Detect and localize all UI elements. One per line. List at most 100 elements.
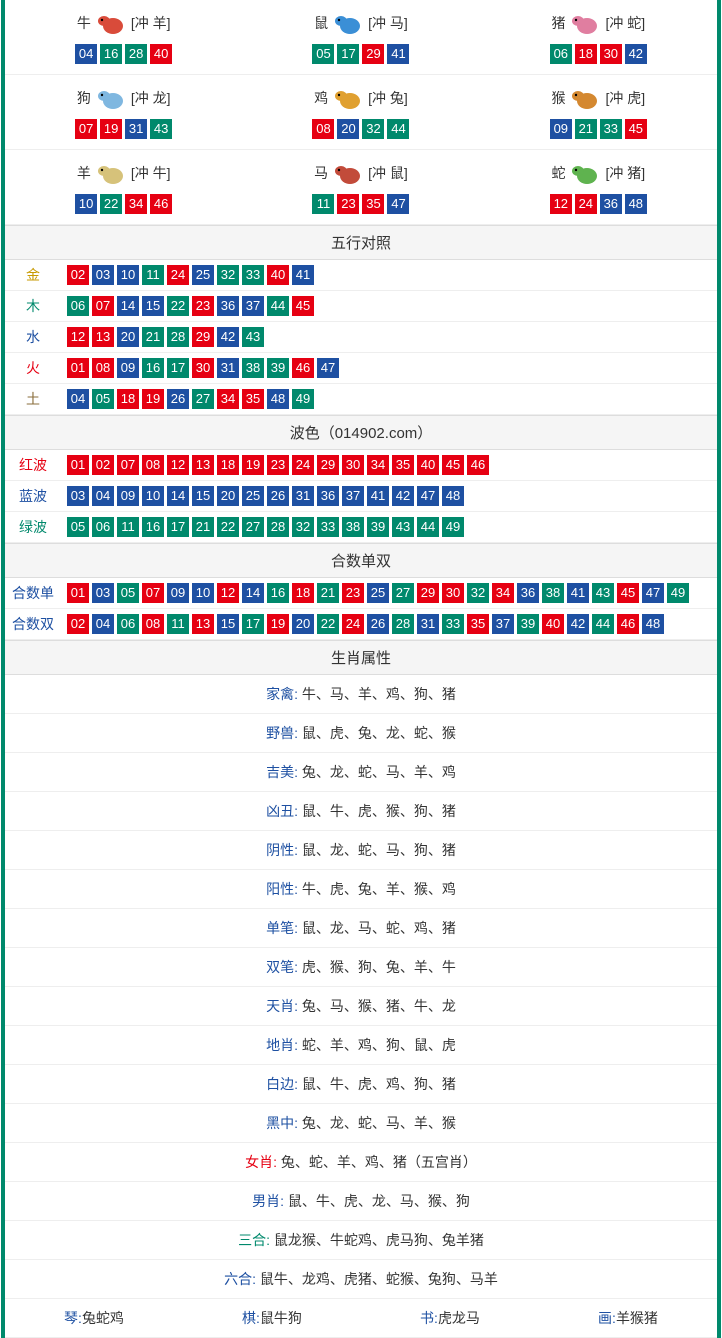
four-arts-cell: 琴:兔蛇鸡 [5,1308,183,1328]
data-row: 土04051819262734354849 [5,384,717,415]
number-chip: 09 [167,583,189,603]
attribute-row: 吉美: 兔、龙、蛇、马、羊、鸡 [5,753,717,792]
data-row: 红波0102070812131819232429303435404546 [5,450,717,481]
number-chip: 49 [292,389,314,409]
number-chip: 35 [362,194,384,214]
attribute-value: 兔、蛇、羊、鸡、猪（五宫肖） [281,1154,477,1170]
row-label: 水 [5,327,61,347]
number-chip: 31 [292,486,314,506]
number-chip: 10 [117,265,139,285]
attribute-label: 六合: [224,1271,260,1287]
number-chip: 11 [117,517,139,537]
number-chip: 37 [242,296,264,316]
number-chip: 04 [92,486,114,506]
number-chip: 08 [142,455,164,475]
number-chip: 48 [442,486,464,506]
attribute-value: 兔、龙、蛇、马、羊、鸡 [302,764,456,780]
number-chip: 19 [100,119,122,139]
number-chip: 16 [267,583,289,603]
number-chip: 41 [567,583,589,603]
shuxing-section: 家禽: 牛、马、羊、鸡、狗、猪野兽: 鼠、虎、兔、龙、蛇、猴吉美: 兔、龙、蛇、… [5,675,717,1299]
attribute-label: 阳性: [266,881,302,897]
number-chip: 15 [192,486,214,506]
data-row: 合数单0103050709101214161821232527293032343… [5,578,717,609]
number-chip: 36 [517,583,539,603]
zodiac-numbers: 12243648 [480,194,717,214]
number-chip: 13 [192,455,214,475]
zodiac-title-line: 鸡[冲 兔] [242,81,479,115]
attribute-value: 鼠、牛、虎、龙、马、猴、狗 [288,1193,470,1209]
number-chip: 06 [550,44,572,64]
number-chip: 46 [467,455,489,475]
number-chip: 38 [342,517,364,537]
row-label: 金 [5,265,61,285]
wuxing-section: 金02031011242532334041木060714152223363744… [5,260,717,415]
number-chip: 13 [92,327,114,347]
number-chip: 02 [67,265,89,285]
number-chip: 04 [92,614,114,634]
number-chip: 45 [617,583,639,603]
number-chip: 15 [142,296,164,316]
attribute-row: 黑中: 兔、龙、蛇、马、羊、猴 [5,1104,717,1143]
zodiac-name: 羊 [77,163,91,183]
number-chip: 29 [192,327,214,347]
number-chip: 07 [75,119,97,139]
number-chip: 30 [600,44,622,64]
bose-section: 红波0102070812131819232429303435404546蓝波03… [5,450,717,543]
number-chip: 10 [75,194,97,214]
attribute-value: 鼠龙猴、牛蛇鸡、虎马狗、兔羊猪 [274,1232,484,1248]
attribute-label: 野兽: [266,725,302,741]
number-chip: 08 [312,119,334,139]
attribute-label: 阴性: [266,842,302,858]
zodiac-name: 猴 [551,88,565,108]
number-chip: 39 [517,614,539,634]
number-chip: 18 [575,44,597,64]
attribute-label: 凶丑: [266,803,302,819]
number-chip: 28 [267,517,289,537]
attribute-value: 牛、马、羊、鸡、狗、猪 [302,686,456,702]
attribute-label: 三合: [238,1232,274,1248]
attribute-row: 男肖: 鼠、牛、虎、龙、马、猴、狗 [5,1182,717,1221]
four-arts-row: 琴:兔蛇鸡棋:鼠牛狗书:虎龙马画:羊猴猪 [5,1299,717,1338]
zodiac-conflict: [冲 虎] [605,88,645,108]
row-label: 土 [5,389,61,409]
number-chip: 07 [117,455,139,475]
number-chip: 19 [242,455,264,475]
zodiac-title-line: 狗[冲 龙] [5,81,242,115]
data-row: 蓝波03040910141520252631363741424748 [5,481,717,512]
number-chip: 47 [642,583,664,603]
number-chip: 24 [292,455,314,475]
attribute-value: 兔、龙、蛇、马、羊、猴 [302,1115,456,1131]
number-chip: 48 [642,614,664,634]
number-chip: 29 [362,44,384,64]
number-chip: 41 [387,44,409,64]
zodiac-icon [330,158,366,188]
attribute-row: 地肖: 蛇、羊、鸡、狗、鼠、虎 [5,1026,717,1065]
number-chip: 43 [150,119,172,139]
four-arts-label: 棋: [242,1310,260,1326]
attribute-row: 天肖: 兔、马、猴、猪、牛、龙 [5,987,717,1026]
number-chip: 45 [625,119,647,139]
number-chip: 21 [142,327,164,347]
number-chip: 03 [67,486,89,506]
zodiac-name: 猪 [551,13,565,33]
zodiac-name: 鸡 [314,88,328,108]
number-chip: 25 [367,583,389,603]
zodiac-icon [567,158,603,188]
number-chip: 36 [317,486,339,506]
number-chip: 46 [150,194,172,214]
number-chip: 41 [367,486,389,506]
number-chip: 23 [342,583,364,603]
number-chip: 26 [267,486,289,506]
data-row: 火0108091617303138394647 [5,353,717,384]
number-chip: 22 [317,614,339,634]
number-chip: 25 [242,486,264,506]
number-chip: 12 [550,194,572,214]
number-chip: 40 [417,455,439,475]
number-chip: 43 [592,583,614,603]
zodiac-conflict: [冲 蛇] [605,13,645,33]
number-chip: 28 [167,327,189,347]
number-chip: 31 [217,358,239,378]
number-chip: 14 [117,296,139,316]
data-row: 木06071415222336374445 [5,291,717,322]
